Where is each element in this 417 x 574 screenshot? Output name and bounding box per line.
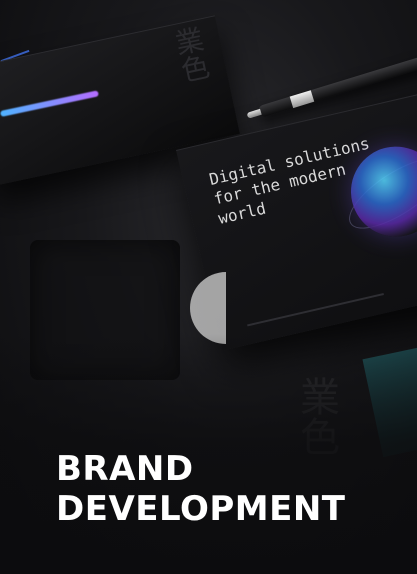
- title-line-2: DEVELOPMENT: [56, 488, 346, 529]
- title-line-1: BRAND: [56, 448, 194, 489]
- kanji-logo-mark: 業色: [172, 22, 215, 89]
- gradient-stripe: [0, 90, 99, 117]
- card-title: BRAND DEVELOPMENT: [56, 449, 345, 529]
- brand-development-card[interactable]: 業色 Digital solutions for the modern worl…: [0, 0, 417, 574]
